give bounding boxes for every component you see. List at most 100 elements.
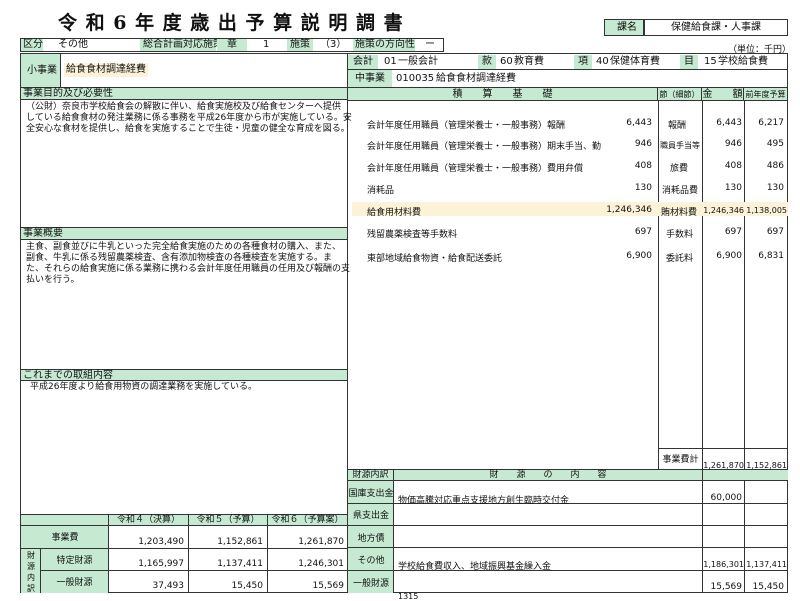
estimate-item-amount: 1,246,346 xyxy=(606,205,652,215)
funding-kokko-content: 物価高騰対応重点支援地方創生臨時交付金 xyxy=(398,496,570,506)
summary-ippan-value: 15,569 xyxy=(312,581,345,591)
summary-ippan-value: 15,450 xyxy=(231,581,264,591)
estimate-item-amount: 6,900 xyxy=(626,251,652,261)
funding-sonota-prev: 1,137,411 xyxy=(746,560,787,569)
kubun-label: 区分 xyxy=(21,39,43,51)
estimate-item-setsu: 委託料 xyxy=(666,254,694,264)
estimate-item-kingaku: 946 xyxy=(724,139,742,149)
summary-header: 令和４（決算） xyxy=(116,515,180,525)
kou-name: 保健体育費 xyxy=(610,56,660,67)
purpose-label: 事業目的及び必要性 xyxy=(21,88,347,100)
overview-label: 事業概要 xyxy=(21,228,347,240)
sho-jigyo-label: 小事業 xyxy=(21,54,61,87)
purpose-line: している給食食材の発注業務に係る事務を平成26年度から市が実施している。安 xyxy=(26,113,352,123)
shou-label: 章 xyxy=(217,39,247,51)
estimate-item-name: 会計年度任用職員（管理栄養士・一般事務）期末手当、勤 xyxy=(367,142,602,152)
purpose-line: （公財）奈良市学校給食会の解散に伴い、給食実施校及び給食センターへ提供 xyxy=(26,102,342,112)
estimate-item-amount: 130 xyxy=(634,183,652,193)
funding-ken-label: 県支出金 xyxy=(352,511,389,521)
estimate-item-prev: 1,138,005 xyxy=(746,206,787,215)
overview-line: 主食、副食並びに牛乳といった完全給食実施のための各種食材の購入、また、 xyxy=(26,242,342,252)
estimate-item-kingaku: 6,900 xyxy=(716,251,742,261)
funding-ippan-prev: 15,450 xyxy=(752,582,785,592)
estimate-item-prev: 495 xyxy=(766,139,784,149)
purpose-line: 全安心な食材を提供し、給食を実施することで生徒・児童の健全な育成を図る。 xyxy=(26,124,350,134)
estimate-item-setsu: 手数料 xyxy=(666,230,694,240)
summary-zaigen-label: 財源内訳 xyxy=(23,550,39,594)
estimate-item-kingaku: 408 xyxy=(724,161,742,171)
overview-line: 副食、牛乳に係る残留農薬検査、含有添加物検査の各種検査を実施する。ま xyxy=(26,253,333,263)
kaikei-name: 一般会計 xyxy=(398,56,438,67)
houkou-label: 施策の方向性 xyxy=(353,39,415,51)
estimate-item-name: 消耗品 xyxy=(367,186,395,196)
kou-code: 40 xyxy=(596,56,609,67)
kubun-value: その他 xyxy=(58,39,88,50)
funding-kokko-label: 国庫支出金 xyxy=(348,489,394,499)
kaikei-code: 01 xyxy=(384,56,397,67)
estimate-item-prev: 486 xyxy=(766,161,784,171)
sougou-label: 総合計画対応施策 xyxy=(140,39,223,51)
estimate-item-setsu: 賄材料費 xyxy=(661,208,698,218)
estimate-item-amount: 946 xyxy=(634,139,652,149)
total-label: 事業費計 xyxy=(662,455,699,465)
sho-jigyo-value: 給食食材調達経費 xyxy=(64,63,148,77)
kingaku-header: 金 額 xyxy=(702,88,744,101)
summary-ippan-value: 37,493 xyxy=(152,581,185,591)
summary-header: 令和６（予算案） xyxy=(271,515,344,525)
estimate-item-kingaku: 6,443 xyxy=(716,118,742,128)
estimate-item-setsu: 職員手当等 xyxy=(660,141,700,150)
summary-jigyohi-label: 事業費 xyxy=(51,533,79,543)
section-label: 課名 xyxy=(604,19,644,36)
purpose-text: （公財）奈良市学校給食会の解散に伴い、給食実施校及び給食センターへ提供 している… xyxy=(26,102,352,135)
moku-name: 学校給食費 xyxy=(718,56,768,67)
history-text: 平成26年度より給食用物資の調達業務を実施している。 xyxy=(30,382,258,392)
estimate-item-name: 残留農薬検査等手数料 xyxy=(367,230,458,240)
funding-sonota-kingaku: 1,186,301 xyxy=(703,560,744,569)
moku-code: 15 xyxy=(704,56,717,67)
shisaku-label: 施策 xyxy=(287,39,313,51)
chu-jigyo-name: 給食食材調達経費 xyxy=(436,73,516,84)
kan-code: 60 xyxy=(500,56,513,67)
estimate-item-setsu: 消耗品費 xyxy=(662,186,699,196)
estimate-item-name: 会計年度任用職員（管理栄養士・一般事務）費用弁償 xyxy=(367,164,584,174)
setsu-header: 節（細節） xyxy=(658,88,702,101)
section-value: 保健給食課・人事課 xyxy=(644,19,788,36)
prev-budget-header: 前年度予算 xyxy=(744,88,787,101)
shou-value: 1 xyxy=(263,39,270,50)
summary-tokutei-value: 1,137,411 xyxy=(217,559,263,569)
estimate-item-kingaku: 697 xyxy=(724,227,742,237)
funding-sonota-label: その他 xyxy=(357,556,385,566)
estimate-item-name: 会計年度任用職員（管理栄養士・一般事務）報酬 xyxy=(367,121,566,131)
funding-ippan-kingaku: 15,569 xyxy=(710,582,743,592)
estimate-item-prev: 130 xyxy=(766,183,784,193)
summary-jigyohi-value: 1,152,861 xyxy=(217,537,263,547)
overview-line: た、それらの給食実施に係る業務に携わる会計年度任用職員の任用及び報酬の支 xyxy=(26,264,351,274)
estimate-item-amount: 697 xyxy=(634,227,652,237)
summary-tokutei-label: 特定財源 xyxy=(56,556,93,566)
overview-text: 主食、副食並びに牛乳といった完全給食実施のための各種食材の購入、また、 副食、牛… xyxy=(26,242,351,286)
kan-name: 教育費 xyxy=(514,56,544,67)
history-label: これまでの取組内容 xyxy=(21,370,347,381)
chu-jigyo-code: 010035 xyxy=(396,73,435,84)
page-number: 1315 xyxy=(398,592,419,601)
moku-label: 目 xyxy=(680,55,698,69)
overview-line: 払いを行う。 xyxy=(26,275,80,285)
chu-jigyo-label: 中事業 xyxy=(348,70,392,87)
page-title: 令 和 6 年 度 歳 出 予 算 説 明 調 書 xyxy=(58,12,404,34)
shisaku-value: （3） xyxy=(320,39,347,50)
summary-tokutei-value: 1,246,301 xyxy=(298,559,344,569)
estimate-item-amount: 408 xyxy=(634,161,652,171)
estimate-item-setsu: 報酬 xyxy=(668,121,687,131)
summary-jigyohi-value: 1,261,870 xyxy=(298,537,344,547)
kaikei-label: 会計 xyxy=(348,55,378,69)
estimate-item-prev: 697 xyxy=(766,227,784,237)
estimate-item-kingaku: 1,246,346 xyxy=(703,206,744,215)
estimate-header: 積 算 基 礎 xyxy=(348,88,658,101)
estimate-item-prev: 6,217 xyxy=(758,118,784,128)
estimate-item-amount: 6,443 xyxy=(626,118,652,128)
summary-ippan-label: 一般財源 xyxy=(56,578,93,588)
estimate-item-prev: 6,831 xyxy=(758,251,784,261)
estimate-item-name: 東部地域給食物資・給食配送委託 xyxy=(367,254,503,264)
estimate-item-setsu: 旅費 xyxy=(670,164,689,174)
funding-kokko-kingaku: 60,000 xyxy=(710,493,743,503)
